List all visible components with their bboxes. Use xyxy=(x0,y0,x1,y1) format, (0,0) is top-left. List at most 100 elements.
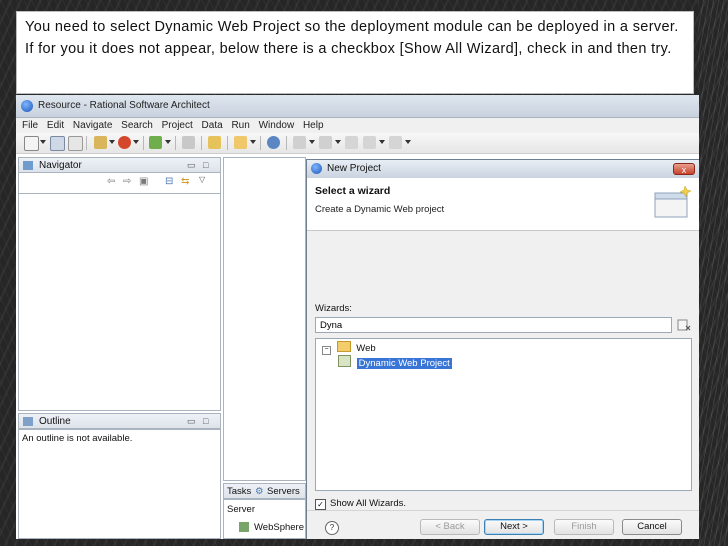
menu-project[interactable]: Project xyxy=(162,120,193,131)
chevron-down-icon[interactable] xyxy=(109,140,115,144)
server-row[interactable]: WebSphere xyxy=(254,522,304,533)
wizard-filter-input[interactable] xyxy=(315,317,672,333)
toolbar-separator xyxy=(227,136,228,150)
caption-text: You need to select Dynamic Web Project s… xyxy=(25,19,679,57)
toolbar-separator xyxy=(143,136,144,150)
cancel-button[interactable]: Cancel xyxy=(622,519,682,535)
menu-help[interactable]: Help xyxy=(303,120,324,131)
folder-icon[interactable] xyxy=(234,136,247,149)
external-tools-icon[interactable] xyxy=(149,136,162,149)
dialog-titlebar: New Project x xyxy=(307,160,699,178)
navigator-toolbar: ⇦ ⇨ ▣ ⊟ ⇆ ▽ xyxy=(18,173,221,193)
server-column-header: Server xyxy=(227,504,255,515)
toolbar-separator xyxy=(201,136,202,150)
ide-screenshot: Resource - Rational Software Architect F… xyxy=(16,95,699,539)
print-icon[interactable] xyxy=(68,136,83,151)
minimize-icon[interactable]: ▭ xyxy=(187,416,196,427)
chevron-down-icon[interactable] xyxy=(379,140,385,144)
back-button[interactable]: < Back xyxy=(420,519,480,535)
servers-view: Server WebSphere xyxy=(223,499,306,539)
chevron-down-icon[interactable] xyxy=(40,140,46,144)
menu-navigate[interactable]: Navigate xyxy=(73,120,112,131)
chevron-down-icon[interactable] xyxy=(405,140,411,144)
collapse-all-icon[interactable]: ⊟ xyxy=(165,176,173,187)
collapse-icon[interactable]: − xyxy=(322,346,331,355)
menu-edit[interactable]: Edit xyxy=(47,120,64,131)
chevron-down-icon[interactable] xyxy=(250,140,256,144)
menu-data[interactable]: Data xyxy=(202,120,223,131)
main-toolbar xyxy=(16,133,699,154)
chevron-down-icon[interactable] xyxy=(165,140,171,144)
help-icon[interactable]: ? xyxy=(325,521,339,535)
navigator-back-icon[interactable]: ⇦ xyxy=(107,176,115,187)
web-icon[interactable] xyxy=(267,136,280,149)
menu-run[interactable]: Run xyxy=(231,120,249,131)
bottom-tabs: Tasks ⚙ Servers xyxy=(223,483,306,499)
tree-item-dynamic-web-project[interactable]: Dynamic Web Project xyxy=(338,355,452,369)
wizard-banner-icon xyxy=(654,185,692,218)
navigator-body[interactable] xyxy=(18,193,221,411)
tree-folder-label: Web xyxy=(356,343,376,354)
chevron-down-icon[interactable] xyxy=(309,140,315,144)
navigator-header: Navigator ▭ □ xyxy=(18,157,221,173)
link-editor-icon[interactable]: ⇆ xyxy=(181,176,189,187)
run-icon[interactable] xyxy=(94,136,107,149)
dialog-icon xyxy=(311,163,322,174)
navigator-forward-icon[interactable]: ⇨ xyxy=(123,176,131,187)
menu-file[interactable]: File xyxy=(22,120,38,131)
show-all-wizards-checkbox[interactable]: ✓ Show All Wizards. xyxy=(315,498,406,510)
tab-servers[interactable]: Servers xyxy=(267,486,300,497)
annotation-icon[interactable] xyxy=(293,136,306,149)
forward-icon[interactable] xyxy=(389,136,402,149)
tab-tasks[interactable]: Tasks xyxy=(227,486,251,497)
next-button[interactable]: Next > xyxy=(484,519,544,535)
navigator-title[interactable]: Navigator xyxy=(39,160,82,171)
new-icon[interactable] xyxy=(24,136,39,151)
outline-title[interactable]: Outline xyxy=(39,416,71,427)
dialog-header: Select a wizard Create a Dynamic Web pro… xyxy=(307,178,699,231)
show-all-label: Show All Wizards. xyxy=(330,498,407,509)
finish-button[interactable]: Finish xyxy=(554,519,614,535)
menu-window[interactable]: Window xyxy=(259,120,295,131)
menu-search[interactable]: Search xyxy=(121,120,153,131)
outline-header: Outline ▭ □ xyxy=(18,413,221,429)
slide-caption: You need to select Dynamic Web Project s… xyxy=(16,11,694,94)
close-button[interactable]: x xyxy=(673,163,695,175)
menu-bar: File Edit Navigate Search Project Data R… xyxy=(16,118,699,133)
navigator-icon xyxy=(23,161,33,170)
folder-icon xyxy=(336,341,351,352)
tree-item-label: Dynamic Web Project xyxy=(356,358,452,369)
toolbar-separator xyxy=(86,136,87,150)
outline-icon xyxy=(23,417,33,426)
app-icon xyxy=(21,100,33,112)
dialog-header-description: Create a Dynamic Web project xyxy=(315,204,445,215)
dialog-button-bar: ? < Back Next > Finish Cancel xyxy=(307,510,699,539)
last-edit-icon[interactable] xyxy=(345,136,358,149)
maximize-icon[interactable]: □ xyxy=(203,416,208,426)
view-menu-icon[interactable]: ▽ xyxy=(199,175,205,184)
navigator-up-icon[interactable]: ▣ xyxy=(139,176,148,187)
editor-area xyxy=(223,157,306,481)
dialog-header-title: Select a wizard xyxy=(315,185,391,197)
debug-icon[interactable] xyxy=(118,136,131,149)
chevron-down-icon[interactable] xyxy=(335,140,341,144)
toolbar-separator xyxy=(260,136,261,150)
clear-filter-icon[interactable] xyxy=(677,319,691,331)
annotation-next-icon[interactable] xyxy=(319,136,332,149)
pencil-icon[interactable] xyxy=(208,136,221,149)
window-titlebar: Resource - Rational Software Architect xyxy=(16,95,699,118)
wizard-tree[interactable]: − Web Dynamic Web Project xyxy=(315,338,692,491)
toolbar-separator xyxy=(175,136,176,150)
tree-folder-web[interactable]: − Web xyxy=(322,341,376,355)
back-icon[interactable] xyxy=(363,136,376,149)
toolbar-separator xyxy=(286,136,287,150)
window-title: Resource - Rational Software Architect xyxy=(38,100,210,111)
wizards-label: Wizards: xyxy=(315,303,352,314)
maximize-icon[interactable]: □ xyxy=(203,160,208,170)
checkbox-checked-icon[interactable]: ✓ xyxy=(315,499,326,510)
outline-body: An outline is not available. xyxy=(18,429,221,539)
minimize-icon[interactable]: ▭ xyxy=(187,160,196,171)
save-icon[interactable] xyxy=(50,136,65,151)
chevron-down-icon[interactable] xyxy=(133,140,139,144)
open-type-icon[interactable] xyxy=(182,136,195,149)
